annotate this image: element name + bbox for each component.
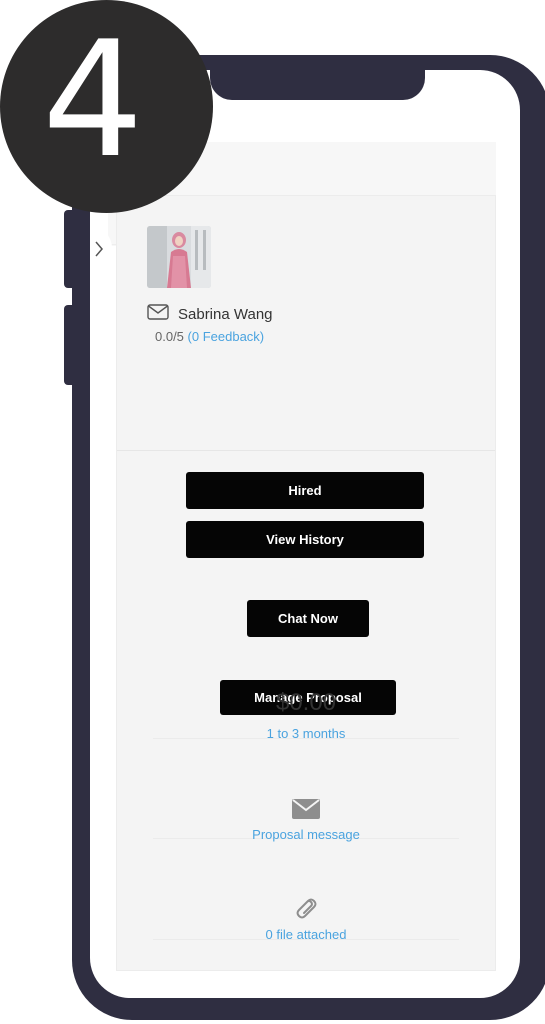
seller-name[interactable]: Sabrina Wang [178,306,273,323]
hired-button[interactable]: Hired [186,472,424,509]
proposal-price: $0.00 [275,689,337,716]
feedback-link[interactable]: (0 Feedback) [188,329,265,344]
envelope-icon[interactable] [147,304,169,325]
chat-now-button[interactable]: Chat Now [247,600,369,637]
divider [117,450,495,451]
attachments-link[interactable]: 0 file attached [117,927,495,942]
mail-icon[interactable] [292,799,320,824]
seller-rating: 0.0/5 (0 Feedback) [155,329,264,344]
step-number-badge: 4 [0,0,213,213]
rating-score: 0.0/5 [155,329,184,344]
paperclip-icon [294,896,318,925]
proposal-card: Sabrina Wang 0.0/5 (0 Feedback) Hired Vi… [116,195,496,971]
proposal-message-link[interactable]: Proposal message [117,827,495,842]
seller-info: Sabrina Wang [147,304,273,325]
view-history-button[interactable]: View History [186,521,424,558]
proposal-duration: 1 to 3 months [266,726,346,741]
phone-notch [210,70,425,100]
phone-screen: Sabrina Wang 0.0/5 (0 Feedback) Hired Vi… [90,70,520,998]
chevron-right-icon [94,241,104,262]
seller-avatar[interactable] [147,226,211,288]
step-number: 4 [42,6,144,193]
